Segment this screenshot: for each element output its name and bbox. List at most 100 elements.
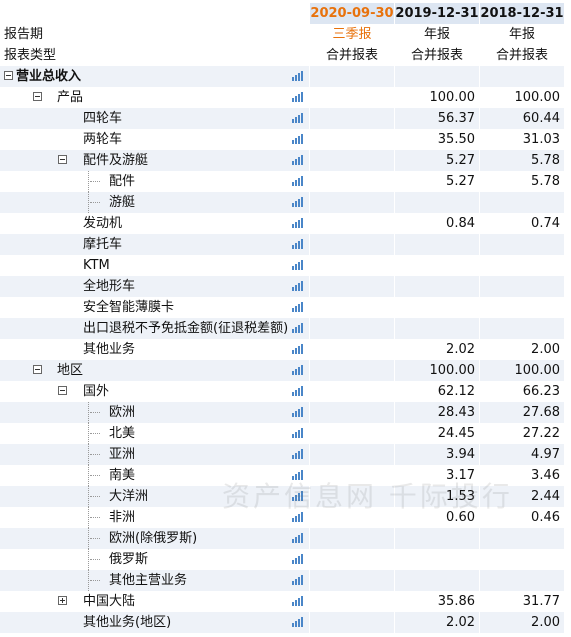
tree-guide-dash <box>90 181 100 182</box>
bar-chart-icon[interactable] <box>292 344 304 354</box>
table-row[interactable]: 产品 100.00 100.00 <box>0 87 571 108</box>
bar-chart-icon[interactable] <box>292 470 304 480</box>
value-cell: 66.23 <box>522 384 560 399</box>
date-col-2[interactable]: 2019-12-31 <box>395 3 479 24</box>
table-row[interactable]: 地区 100.00 100.00 <box>0 360 571 381</box>
date-col-3[interactable]: 2018-12-31 <box>480 3 564 24</box>
table-row[interactable]: 非洲 0.60 0.46 <box>0 507 571 528</box>
table-row[interactable]: 欧洲 28.43 27.68 <box>0 402 571 423</box>
value-cell <box>310 66 394 87</box>
bar-chart-icon[interactable] <box>292 281 304 291</box>
bar-chart-icon[interactable] <box>292 323 304 333</box>
table-row[interactable]: 配件 5.27 5.78 <box>0 171 571 192</box>
value-cell <box>310 276 394 297</box>
tree-guide-line <box>88 444 89 465</box>
table-row[interactable]: 两轮车 35.50 31.03 <box>0 129 571 150</box>
bar-chart-icon[interactable] <box>292 386 304 396</box>
bar-chart-icon[interactable] <box>292 218 304 228</box>
bar-chart-icon[interactable] <box>292 155 304 165</box>
row-label: 其他业务 <box>83 342 136 357</box>
table-row[interactable]: 出口退税不予免抵金额(征退税差额) <box>0 318 571 339</box>
tree-guide-dash <box>90 475 100 476</box>
row-label-cell: 亚洲 <box>0 444 309 465</box>
value-cell <box>310 108 394 129</box>
table-row[interactable]: 其他业务(地区) 2.02 2.00 <box>0 612 571 633</box>
table-row[interactable]: 南美 3.17 3.46 <box>0 465 571 486</box>
value-cell <box>310 297 394 318</box>
table-row[interactable]: 摩托车 <box>0 234 571 255</box>
table-row[interactable]: 俄罗斯 <box>0 549 571 570</box>
bar-chart-icon[interactable] <box>292 71 304 81</box>
value-cell: 3.17 <box>446 468 475 483</box>
row-label-cell: 南美 <box>0 465 309 486</box>
row-label: 游艇 <box>109 195 136 210</box>
row-label-cell: 欧洲 <box>0 402 309 423</box>
collapse-toggle-icon[interactable] <box>33 92 42 101</box>
value-cell: 1.53 <box>395 486 479 507</box>
value-cell: 27.68 <box>480 402 564 423</box>
table-row[interactable]: 四轮车 56.37 60.44 <box>0 108 571 129</box>
row-label: 欧洲 <box>109 405 136 420</box>
value-cell: 4.97 <box>480 444 564 465</box>
bar-chart-icon[interactable] <box>292 365 304 375</box>
table-row[interactable]: 大洋洲 1.53 2.44 <box>0 486 571 507</box>
value-cell: 2.44 <box>480 486 564 507</box>
table-row[interactable]: 亚洲 3.94 4.97 <box>0 444 571 465</box>
value-cell <box>480 297 564 318</box>
bar-chart-icon[interactable] <box>292 512 304 522</box>
expand-toggle-icon[interactable] <box>58 596 67 605</box>
value-cell: 5.27 <box>446 174 475 189</box>
bar-chart-icon[interactable] <box>292 407 304 417</box>
table-row[interactable]: KTM <box>0 255 571 276</box>
value-cell <box>310 213 394 234</box>
bar-chart-icon[interactable] <box>292 575 304 585</box>
table-row[interactable]: 发动机 0.84 0.74 <box>0 213 571 234</box>
bar-chart-icon[interactable] <box>292 302 304 312</box>
table-row[interactable]: 欧洲(除俄罗斯) <box>0 528 571 549</box>
header-row-dates: 2020-09-30 2019-12-31 2018-12-31 <box>0 3 571 24</box>
table-row[interactable]: 中国大陆 35.86 31.77 <box>0 591 571 612</box>
table-row[interactable]: 配件及游艇 5.27 5.78 <box>0 150 571 171</box>
bar-chart-icon[interactable] <box>292 491 304 501</box>
table-row[interactable]: 全地形车 <box>0 276 571 297</box>
collapse-toggle-icon[interactable] <box>58 155 67 164</box>
table-row[interactable]: 国外 62.12 66.23 <box>0 381 571 402</box>
value-cell <box>310 549 394 570</box>
table-row[interactable]: 其他业务 2.02 2.00 <box>0 339 571 360</box>
period-col-1: 三季报 <box>332 27 372 42</box>
bar-chart-icon[interactable] <box>292 92 304 102</box>
period-col-3: 年报 <box>508 27 535 42</box>
row-label-cell: 配件 <box>0 171 309 192</box>
tree-guide-line <box>88 465 89 486</box>
row-label-cell: 大洋洲 <box>0 486 309 507</box>
bar-chart-icon[interactable] <box>292 134 304 144</box>
tree-guide-line <box>88 486 89 507</box>
bar-chart-icon[interactable] <box>292 554 304 564</box>
bar-chart-icon[interactable] <box>292 260 304 270</box>
bar-chart-icon[interactable] <box>292 617 304 627</box>
bar-chart-icon[interactable] <box>292 428 304 438</box>
tree-guide-dash <box>90 580 100 581</box>
table-row[interactable]: 其他主营业务 <box>0 570 571 591</box>
bar-chart-icon[interactable] <box>292 596 304 606</box>
table-row[interactable]: 北美 24.45 27.22 <box>0 423 571 444</box>
collapse-toggle-icon[interactable] <box>4 71 13 80</box>
table-row[interactable]: 安全智能薄膜卡 <box>0 297 571 318</box>
collapse-toggle-icon[interactable] <box>33 365 42 374</box>
row-label: 产品 <box>57 90 84 105</box>
bar-chart-icon[interactable] <box>292 533 304 543</box>
value-cell: 100.00 <box>395 360 479 381</box>
bar-chart-icon[interactable] <box>292 176 304 186</box>
collapse-toggle-icon[interactable] <box>58 386 67 395</box>
value-cell: 31.03 <box>522 132 560 147</box>
value-cell <box>480 66 564 87</box>
bar-chart-icon[interactable] <box>292 449 304 459</box>
row-label: KTM <box>83 258 110 273</box>
bar-chart-icon[interactable] <box>292 197 304 207</box>
date-col-1[interactable]: 2020-09-30 <box>310 3 394 24</box>
table-row[interactable]: 游艇 <box>0 192 571 213</box>
row-label: 四轮车 <box>83 111 123 126</box>
bar-chart-icon[interactable] <box>292 239 304 249</box>
table-row[interactable]: 营业总收入 <box>0 66 571 87</box>
bar-chart-icon[interactable] <box>292 113 304 123</box>
